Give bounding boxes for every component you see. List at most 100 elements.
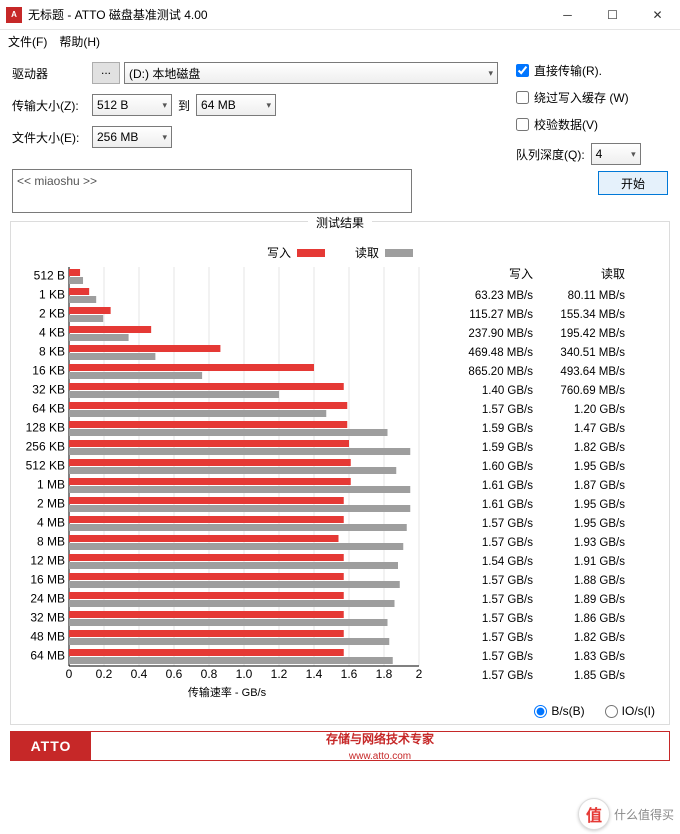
svg-text:1.8: 1.8 — [376, 667, 393, 681]
table-row: 1.57 GB/s1.82 GB/s — [447, 628, 631, 647]
minimize-button[interactable]: ─ — [545, 0, 590, 30]
unit-bs-label: B/s(B) — [551, 704, 584, 718]
write-value: 865.20 MB/s — [447, 366, 539, 378]
file-size-value: 256 MB — [97, 130, 138, 144]
svg-text:16 MB: 16 MB — [30, 573, 65, 587]
unit-bs-radio[interactable]: B/s(B) — [534, 704, 584, 718]
table-row: 237.90 MB/s195.42 MB/s — [447, 324, 631, 343]
direct-io-label: 直接传输(R). — [534, 62, 602, 79]
table-row: 1.57 GB/s1.95 GB/s — [447, 514, 631, 533]
svg-text:0.8: 0.8 — [201, 667, 218, 681]
svg-text:32 KB: 32 KB — [32, 383, 65, 397]
read-value: 1.47 GB/s — [539, 423, 631, 435]
table-row: 1.57 GB/s1.83 GB/s — [447, 647, 631, 666]
chart-legend: 写入 读取 — [17, 244, 663, 261]
table-row: 1.57 GB/s1.85 GB/s — [447, 666, 631, 685]
table-row: 1.54 GB/s1.91 GB/s — [447, 552, 631, 571]
table-row: 1.57 GB/s1.89 GB/s — [447, 590, 631, 609]
bypass-cache-checkbox[interactable]: 绕过写入缓存 (W) — [516, 89, 668, 106]
svg-text:32 MB: 32 MB — [30, 611, 65, 625]
transfer-to-combo[interactable]: 64 MB▾ — [196, 94, 276, 116]
svg-text:0.6: 0.6 — [166, 667, 183, 681]
description-box[interactable]: << miaoshu >> — [12, 169, 412, 213]
svg-text:2: 2 — [416, 667, 423, 681]
results-title: 测试结果 — [308, 214, 372, 231]
write-column-header: 写入 — [447, 265, 539, 282]
chevron-down-icon: ▾ — [162, 132, 167, 143]
menu-help[interactable]: 帮助(H) — [59, 33, 100, 50]
table-row: 1.61 GB/s1.95 GB/s — [447, 495, 631, 514]
write-value: 1.61 GB/s — [447, 499, 539, 511]
svg-text:0.4: 0.4 — [131, 667, 148, 681]
file-size-combo[interactable]: 256 MB ▾ — [92, 126, 172, 148]
read-value: 1.83 GB/s — [539, 651, 631, 663]
table-row: 1.60 GB/s1.95 GB/s — [447, 457, 631, 476]
read-value: 1.88 GB/s — [539, 575, 631, 587]
svg-text:4 KB: 4 KB — [39, 326, 65, 340]
table-row: 63.23 MB/s80.11 MB/s — [447, 286, 631, 305]
legend-read-label: 读取 — [355, 244, 379, 261]
read-value: 1.86 GB/s — [539, 613, 631, 625]
read-value: 1.85 GB/s — [539, 670, 631, 682]
to-label: 到 — [178, 97, 190, 114]
app-icon: A — [6, 7, 22, 23]
svg-text:0.2: 0.2 — [96, 667, 113, 681]
watermark-icon: 值 — [578, 798, 610, 830]
file-size-label: 文件大小(E): — [12, 129, 92, 146]
read-value: 1.87 GB/s — [539, 480, 631, 492]
direct-io-checkbox[interactable]: 直接传输(R). — [516, 62, 668, 79]
svg-text:48 MB: 48 MB — [30, 630, 65, 644]
unit-ios-radio[interactable]: IO/s(I) — [605, 704, 655, 718]
transfer-from-combo[interactable]: 512 B ▾ — [92, 94, 172, 116]
results-table: 写入 读取 63.23 MB/s80.11 MB/s115.27 MB/s155… — [447, 265, 631, 700]
results-groupbox: 测试结果 写入 读取 00.20.40.60.81.01.21.41.61.82… — [10, 221, 670, 725]
table-row: 1.57 GB/s1.86 GB/s — [447, 609, 631, 628]
chevron-down-icon: ▾ — [162, 100, 167, 111]
queue-depth-combo[interactable]: 4▾ — [591, 143, 641, 165]
svg-text:0: 0 — [66, 667, 73, 681]
write-value: 1.57 GB/s — [447, 651, 539, 663]
browse-button[interactable]: ... — [92, 62, 120, 84]
chevron-down-icon: ▾ — [266, 100, 271, 111]
read-value: 80.11 MB/s — [539, 290, 631, 302]
table-row: 469.48 MB/s340.51 MB/s — [447, 343, 631, 362]
svg-text:1.6: 1.6 — [341, 667, 358, 681]
table-row: 1.57 GB/s1.93 GB/s — [447, 533, 631, 552]
table-row: 1.57 GB/s1.88 GB/s — [447, 571, 631, 590]
drive-combo[interactable]: (D:) 本地磁盘 ▾ — [124, 62, 498, 84]
write-value: 1.57 GB/s — [447, 670, 539, 682]
window-title: 无标题 - ATTO 磁盘基准测试 4.00 — [28, 6, 208, 23]
verify-data-checkbox[interactable]: 校验数据(V) — [516, 116, 668, 133]
read-value: 1.95 GB/s — [539, 518, 631, 530]
svg-text:1 MB: 1 MB — [37, 478, 65, 492]
write-value: 1.57 GB/s — [447, 632, 539, 644]
legend-write-label: 写入 — [267, 244, 291, 261]
verify-data-label: 校验数据(V) — [534, 116, 598, 133]
read-value: 1.20 GB/s — [539, 404, 631, 416]
svg-text:1.2: 1.2 — [271, 667, 288, 681]
queue-depth-value: 4 — [596, 147, 603, 161]
read-value: 493.64 MB/s — [539, 366, 631, 378]
start-button[interactable]: 开始 — [598, 171, 668, 195]
direct-io-input[interactable] — [516, 64, 529, 77]
write-value: 1.57 GB/s — [447, 613, 539, 625]
transfer-from-value: 512 B — [97, 98, 128, 112]
bypass-cache-input[interactable] — [516, 91, 529, 104]
atto-banner[interactable]: ATTO 存储与网络技术专家www.atto.com — [10, 731, 670, 761]
legend-read-swatch — [385, 249, 413, 257]
table-row: 115.27 MB/s155.34 MB/s — [447, 305, 631, 324]
table-row: 1.61 GB/s1.87 GB/s — [447, 476, 631, 495]
watermark-text: 什么值得买 — [614, 806, 674, 823]
close-button[interactable]: ✕ — [635, 0, 680, 30]
drive-label: 驱动器 — [12, 65, 92, 82]
titlebar: A 无标题 - ATTO 磁盘基准测试 4.00 ─ ☐ ✕ — [0, 0, 680, 30]
write-value: 115.27 MB/s — [447, 309, 539, 321]
svg-text:2 MB: 2 MB — [37, 497, 65, 511]
write-value: 1.60 GB/s — [447, 461, 539, 473]
write-value: 63.23 MB/s — [447, 290, 539, 302]
verify-data-input[interactable] — [516, 118, 529, 131]
menu-file[interactable]: 文件(F) — [8, 33, 47, 50]
svg-text:1.0: 1.0 — [236, 667, 253, 681]
write-value: 1.57 GB/s — [447, 537, 539, 549]
maximize-button[interactable]: ☐ — [590, 0, 635, 30]
